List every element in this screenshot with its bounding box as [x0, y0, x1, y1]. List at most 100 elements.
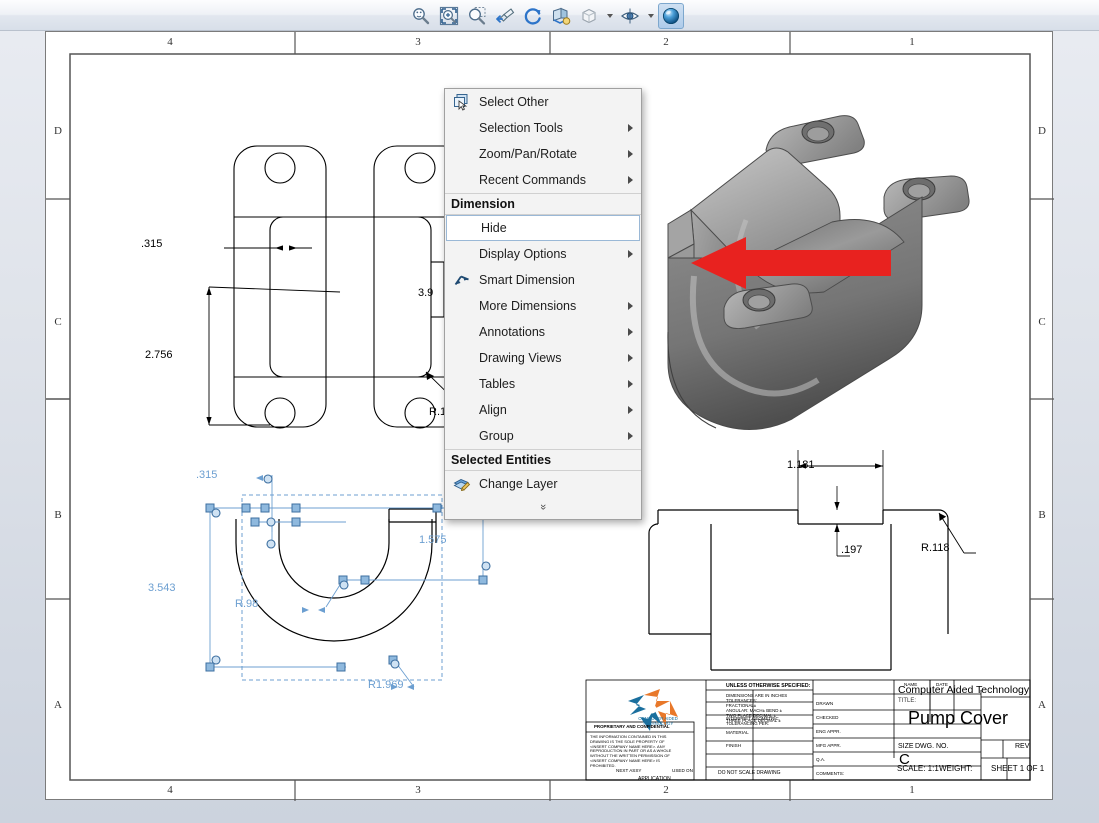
menu-item-tables[interactable]: Tables [445, 371, 641, 397]
apply-scene-icon[interactable] [658, 3, 684, 29]
dimension-sketch-3543[interactable]: 3.543 [148, 582, 176, 594]
zoom-in-out-icon[interactable] [464, 3, 490, 29]
dimension-sketch-r98[interactable]: R.98 [235, 598, 258, 610]
zone-label-right-a: A [1035, 699, 1049, 711]
front-view-geometry [206, 146, 483, 428]
change-layer-icon [452, 474, 472, 494]
menu-item-zoom-pan-rotate[interactable]: Zoom/Pan/Rotate [445, 141, 641, 167]
hide-show-dropdown-caret[interactable] [645, 3, 656, 29]
zone-label-left-a: A [51, 699, 65, 711]
chevron-right-icon [628, 150, 633, 158]
menu-item-display-options[interactable]: Display Options [445, 241, 641, 267]
chevron-right-icon [628, 406, 633, 414]
dimension-sketch-1575[interactable]: 1.575 [419, 534, 447, 546]
dimension-sketch-315[interactable]: .315 [196, 469, 217, 481]
zone-label-bottom-4: 4 [163, 784, 177, 796]
zoom-to-fit-icon[interactable] [408, 3, 434, 29]
menu-item-align[interactable]: Align [445, 397, 641, 423]
chevron-right-icon [628, 432, 633, 440]
title-block-rev-label: REV [1015, 743, 1029, 750]
title-block-notes-header: UNLESS OTHERWISE SPECIFIED: [726, 683, 810, 689]
view-toolbar-group [408, 1, 684, 30]
zone-label-top-2: 2 [659, 36, 673, 48]
title-block-do-not-scale: DO NOT SCALE DRAWING [718, 770, 781, 776]
menu-item-label: Zoom/Pan/Rotate [479, 147, 577, 161]
zone-label-bottom-3: 3 [411, 784, 425, 796]
menu-item-label: Align [479, 403, 507, 417]
chevron-right-icon [628, 354, 633, 362]
zone-label-right-b: B [1035, 509, 1049, 521]
title-block-part-title: Pump Cover [908, 708, 1008, 729]
menu-item-more-dimensions[interactable]: More Dimensions [445, 293, 641, 319]
context-menu[interactable]: Select Other Selection Tools Zoom/Pan/Ro… [444, 88, 642, 520]
menu-item-smart-dimension[interactable]: Smart Dimension [445, 267, 641, 293]
zone-label-right-c: C [1035, 316, 1049, 328]
menu-expand-glyph: » [537, 504, 549, 510]
chevron-right-icon [628, 328, 633, 336]
title-block-used-on: USED ON [672, 768, 693, 773]
previous-view-icon[interactable] [492, 3, 518, 29]
title-block-dwgno-label: DWG. NO. [915, 743, 948, 750]
dimension-section-197[interactable]: .197 [841, 544, 862, 556]
menu-section-dimension: Dimension [445, 193, 641, 215]
view-toolbar [0, 0, 1099, 31]
display-style-dropdown-caret[interactable] [604, 3, 615, 29]
menu-item-label: Hide [481, 221, 507, 235]
menu-item-label: Drawing Views [479, 351, 561, 365]
zoom-to-area-icon[interactable] [436, 3, 462, 29]
hide-show-items-icon[interactable] [617, 3, 643, 29]
title-block-next-assy: NEXT ASSY [616, 768, 641, 773]
zone-label-right-d: D [1035, 125, 1049, 137]
menu-item-hide[interactable]: Hide [446, 215, 640, 241]
title-block-date-label: DATE [936, 682, 948, 687]
menu-item-label: More Dimensions [479, 299, 576, 313]
zone-label-top-4: 4 [163, 36, 177, 48]
title-block-name-label: NAME [904, 682, 917, 687]
dimension-front-2756[interactable]: 2.756 [145, 349, 173, 361]
menu-item-label: Tables [479, 377, 515, 391]
dimension-section-r118[interactable]: R.118 [921, 542, 950, 554]
zone-label-left-c: C [51, 316, 65, 328]
title-block-application: APPLICATION [638, 776, 671, 782]
dimension-sketch-r1969[interactable]: R1.969 [368, 679, 403, 691]
dimension-front-315[interactable]: .315 [141, 238, 162, 250]
menu-expand-button[interactable]: » [445, 497, 641, 517]
menu-item-drawing-views[interactable]: Drawing Views [445, 345, 641, 371]
section-view-icon[interactable] [548, 3, 574, 29]
title-block-proprietary-body: THE INFORMATION CONTAINED IN THISDRAWING… [590, 735, 671, 769]
menu-section-selected-entities: Selected Entities [445, 449, 641, 471]
menu-section-label: Dimension [451, 197, 515, 211]
menu-item-label: Smart Dimension [479, 273, 575, 287]
zone-label-top-3: 3 [411, 36, 425, 48]
zone-label-left-d: D [51, 125, 65, 137]
menu-item-select-other[interactable]: Select Other [445, 89, 641, 115]
title-block-title-label: TITLE: [898, 698, 916, 704]
title-block-approval-rows: DRAWNCHECKEDENG APPR.MFG APPR.Q.A.COMMEN… [816, 697, 844, 781]
zone-label-top-1: 1 [905, 36, 919, 48]
title-block-finish-label: FINISH [726, 743, 741, 748]
dimension-front-39[interactable]: 3.9 [418, 287, 433, 299]
menu-item-annotations[interactable]: Annotations [445, 319, 641, 345]
logo-caption: COMPUTER AIDED TECHNOLOGY [634, 716, 682, 726]
menu-item-selection-tools[interactable]: Selection Tools [445, 115, 641, 141]
menu-section-label: Selected Entities [451, 453, 551, 467]
zone-label-bottom-1: 1 [905, 784, 919, 796]
menu-item-recent-commands[interactable]: Recent Commands [445, 167, 641, 193]
section-view-geometry [649, 450, 976, 670]
dimension-section-1181[interactable]: 1.181 [787, 459, 815, 471]
rotate-view-icon[interactable] [520, 3, 546, 29]
chevron-right-icon [628, 124, 633, 132]
title-block-size-label: SIZE [898, 743, 914, 750]
title-block-interpret: INTERPRET GEOMETRICTOLERANCING PER: [726, 716, 779, 726]
title-block-company: Computer Aided Technology [898, 684, 1029, 696]
display-style-icon[interactable] [576, 3, 602, 29]
chevron-right-icon [628, 380, 633, 388]
title-block-scale: SCALE: 1:1 [897, 764, 939, 773]
menu-item-label: Select Other [479, 95, 548, 109]
menu-item-label: Recent Commands [479, 173, 586, 187]
title-block-sheet: SHEET 1 OF 1 [991, 764, 1044, 773]
menu-item-group[interactable]: Group [445, 423, 641, 449]
chevron-right-icon [628, 250, 633, 258]
solidworks-drawing-window: 4 3 2 1 4 3 2 1 D C B A D C B A .315 2.7… [0, 0, 1099, 823]
menu-item-change-layer[interactable]: Change Layer [445, 471, 641, 497]
